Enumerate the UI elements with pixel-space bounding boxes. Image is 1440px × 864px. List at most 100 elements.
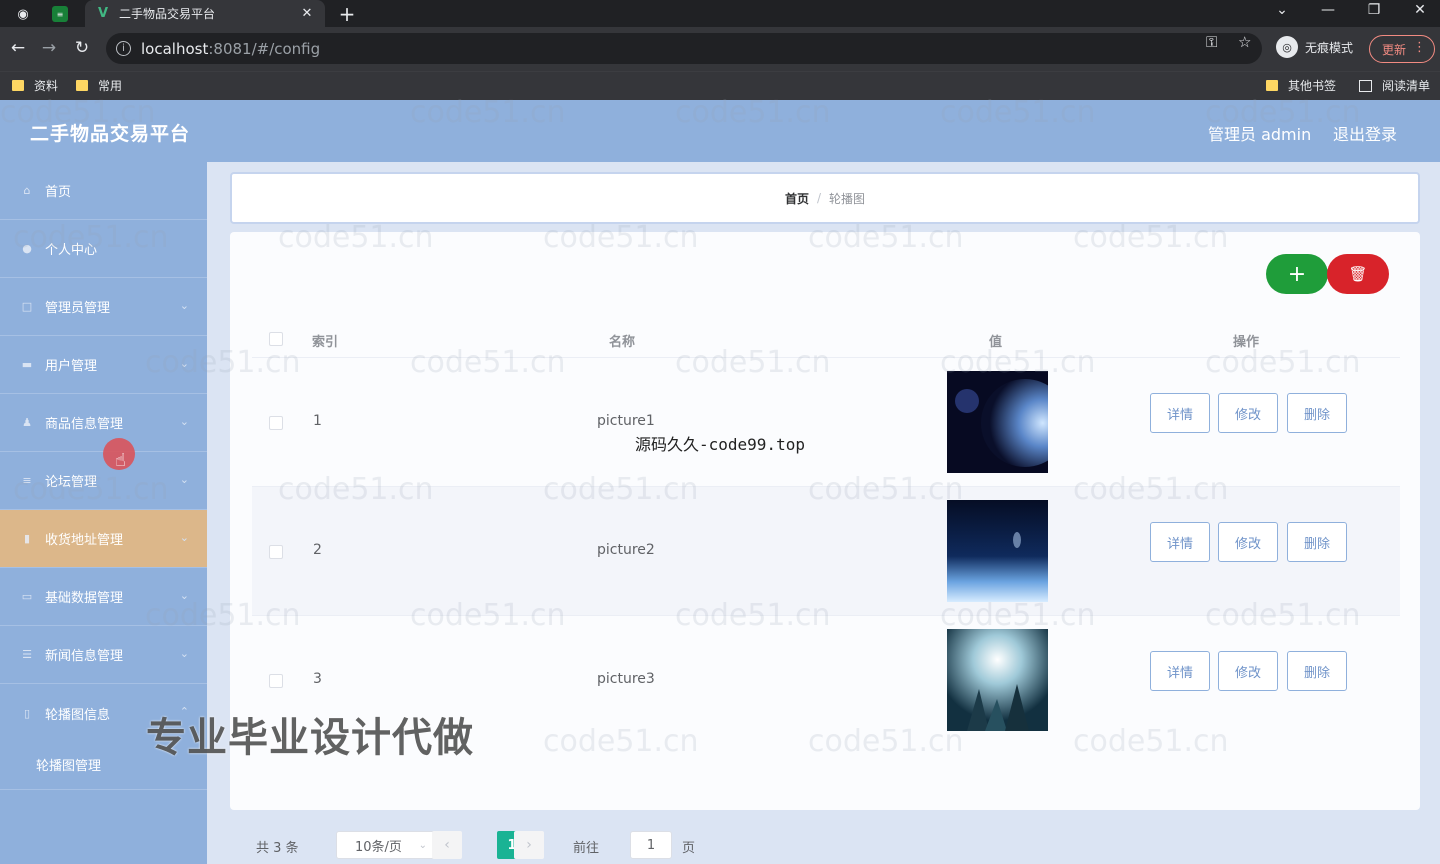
delete-button[interactable]: 删除 [1287, 651, 1347, 691]
browser-toolbar: ← → ↻ i localhost:8081/#/config ⚿ ☆ ◎ 无痕… [0, 27, 1440, 71]
breadcrumb-current: 轮播图 [829, 191, 866, 206]
sidebar-item-label: 收货地址管理 [45, 533, 124, 548]
bookmarks-bar: 资料 常用 其他书签 阅读清单 [0, 71, 1440, 100]
sidebar-item-goods[interactable]: ♟ 商品信息管理 ⌄ [0, 394, 207, 452]
batch-delete-button[interactable]: 🗑 [1327, 254, 1389, 294]
chevron-down-icon: ⌄ [179, 473, 189, 486]
pinned-tab-icon[interactable]: ≡ [52, 6, 68, 22]
sidebar-item-label: 轮播图信息 [45, 707, 111, 723]
user-icon: ● [22, 242, 32, 255]
current-user-label: 管理员 admin [1208, 125, 1312, 144]
row-checkbox[interactable] [269, 545, 283, 559]
add-button[interactable]: + [1266, 254, 1328, 294]
header-value: 值 [989, 335, 1003, 350]
table-row: 2 picture2 详情 修改 删除 [252, 487, 1400, 616]
breadcrumb-home[interactable]: 首页 [785, 190, 809, 207]
sidebar-item-base-data[interactable]: ▭ 基础数据管理 ⌄ [0, 568, 207, 626]
back-icon[interactable]: ← [7, 38, 29, 58]
detail-button[interactable]: 详情 [1150, 393, 1210, 433]
new-tab-icon[interactable]: + [336, 2, 358, 26]
users-icon: ▬ [21, 358, 33, 371]
overlay-banner-text: 专业毕业设计代做 [146, 715, 474, 761]
table-header: 索引 名称 值 操作 [252, 320, 1400, 358]
goto-page-input[interactable]: 1 [630, 831, 672, 859]
select-all-checkbox[interactable] [269, 332, 283, 346]
more-menu-icon[interactable]: ⋮ [1413, 40, 1426, 55]
edit-button[interactable]: 修改 [1218, 393, 1278, 433]
sidebar-item-users[interactable]: ▬ 用户管理 ⌄ [0, 336, 207, 394]
incognito-profile[interactable]: ◎ 无痕模式 [1276, 36, 1353, 58]
minimize-icon[interactable]: — [1314, 2, 1342, 18]
sidebar-item-admins[interactable]: □ 管理员管理 ⌄ [0, 278, 207, 336]
mouse-cursor-icon: ☝ [115, 450, 126, 471]
home-icon: ⌂ [23, 184, 31, 197]
row-name: picture3 [597, 671, 655, 687]
edit-button[interactable]: 修改 [1218, 651, 1278, 691]
banner-image-planet[interactable] [947, 371, 1048, 473]
pagination-total: 共 3 条 [256, 841, 299, 856]
chevron-down-icon: ⌄ [418, 839, 427, 851]
next-page-button[interactable]: › [514, 831, 544, 859]
delete-button[interactable]: 删除 [1287, 522, 1347, 562]
chart-icon: ▮ [23, 532, 31, 545]
logout-link[interactable]: 退出登录 [1333, 121, 1397, 145]
sidebar-item-profile[interactable]: ● 个人中心 [0, 220, 207, 278]
sidebar-item-label: 商品信息管理 [45, 417, 124, 432]
sidebar-item-label: 管理员管理 [45, 301, 111, 316]
sidebar-item-news[interactable]: ☰ 新闻信息管理 ⌄ [0, 626, 207, 684]
edit-button[interactable]: 修改 [1218, 522, 1278, 562]
update-label: 更新 [1382, 42, 1407, 57]
address-bar[interactable]: i localhost:8081/#/config [106, 33, 1262, 64]
reload-icon[interactable]: ↻ [71, 38, 93, 58]
data-icon: ▭ [21, 590, 33, 603]
trash-icon: 🗑 [1348, 265, 1368, 283]
sidebar-item-home[interactable]: ⌂ 首页 [0, 162, 207, 220]
url-host: localhost [141, 39, 209, 58]
tab-close-icon[interactable]: ✕ [297, 6, 317, 21]
update-button[interactable]: 更新 ⋮ [1369, 35, 1435, 63]
chevron-down-icon: ⌄ [179, 647, 189, 660]
row-index: 3 [313, 671, 322, 687]
app-header: 二手物品交易平台 管理员 admin 退出登录 [0, 100, 1440, 162]
browser-menu-icon[interactable]: ◉ [12, 3, 34, 25]
tab-search-icon[interactable]: ⌄ [1268, 2, 1296, 18]
prev-page-button[interactable]: ‹ [432, 831, 462, 859]
window-close-icon[interactable]: ✕ [1406, 2, 1434, 18]
sidebar-item-label: 个人中心 [45, 243, 98, 258]
forward-icon[interactable]: → [38, 38, 60, 58]
banner-image-earth[interactable] [947, 500, 1048, 602]
site-info-icon[interactable]: i [116, 41, 131, 56]
page-size-select[interactable]: 10条/页 ⌄ [336, 831, 436, 859]
detail-button[interactable]: 详情 [1150, 522, 1210, 562]
header-index: 索引 [312, 335, 339, 350]
bookmark-folder-ziliao[interactable]: 资料 [12, 77, 58, 94]
reading-list[interactable]: 阅读清单 [1359, 77, 1430, 94]
bookmark-star-icon[interactable]: ☆ [1238, 33, 1251, 51]
admin-icon: □ [21, 300, 33, 313]
pagination: 共 3 条 10条/页 ⌄ ‹ 1 › 前往 1 页 [230, 824, 1420, 864]
browser-tab[interactable]: V 二手物品交易平台 ✕ [85, 0, 325, 27]
row-checkbox[interactable] [269, 674, 283, 688]
app-title: 二手物品交易平台 [30, 123, 191, 145]
key-icon[interactable]: ⚿ [1206, 33, 1217, 51]
sidebar-item-label: 基础数据管理 [45, 591, 124, 606]
incognito-icon: ◎ [1276, 36, 1298, 58]
bookmark-label: 资料 [34, 79, 59, 93]
detail-button[interactable]: 详情 [1150, 651, 1210, 691]
banner-image-crystals[interactable] [947, 629, 1048, 731]
news-icon: ☰ [22, 648, 32, 661]
sidebar-item-address[interactable]: ▮ 收货地址管理 ⌄ [0, 510, 207, 568]
goto-label: 前往 [573, 841, 600, 856]
row-checkbox[interactable] [269, 416, 283, 430]
bookmark-folder-other[interactable]: 其他书签 [1266, 77, 1336, 94]
sidebar-item-label: 首页 [45, 185, 72, 200]
folder-icon [12, 80, 24, 91]
bookmark-folder-changyong[interactable]: 常用 [76, 77, 122, 94]
url-path: :8081/#/config [208, 39, 321, 58]
forum-icon: ≡ [22, 474, 32, 487]
sidebar-item-label: 新闻信息管理 [45, 649, 124, 664]
restore-icon[interactable]: ❐ [1360, 2, 1388, 18]
row-name: picture2 [597, 542, 655, 558]
delete-button[interactable]: 删除 [1287, 393, 1347, 433]
reading-list-icon [1359, 79, 1372, 92]
